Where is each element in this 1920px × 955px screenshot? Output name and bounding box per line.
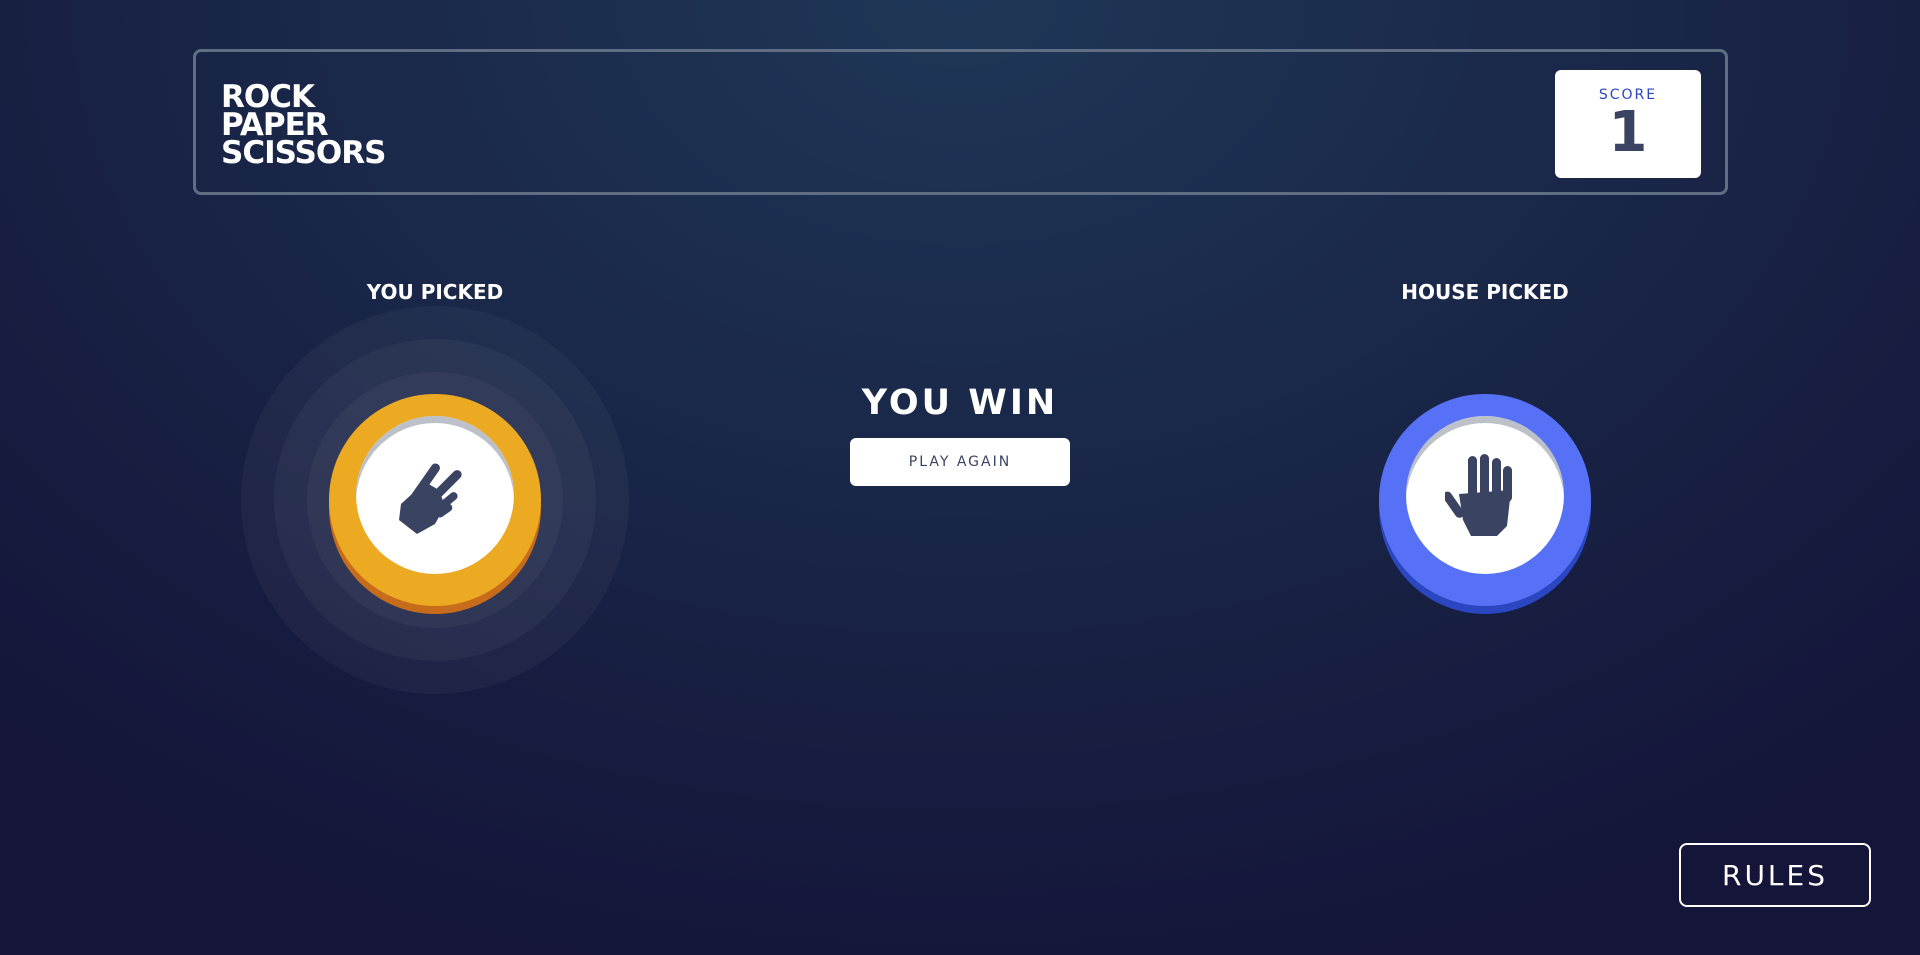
score-value: 1: [1608, 100, 1648, 165]
scissors-hand-icon: [399, 463, 462, 534]
house-choice-token: [1379, 394, 1591, 606]
play-again-button[interactable]: PLAY AGAIN: [850, 438, 1070, 486]
game-header: ROCK PAPER SCISSORS SCORE 1: [193, 49, 1728, 195]
score-box: SCORE 1: [1555, 70, 1701, 178]
player-choice-token: [329, 394, 541, 606]
game-title: ROCK PAPER SCISSORS: [221, 82, 386, 171]
player-pick-label: YOU PICKED: [366, 280, 504, 304]
rules-button[interactable]: RULES: [1679, 843, 1871, 907]
player-choice-inner: [356, 416, 514, 574]
result-text: YOU WIN: [861, 383, 1059, 423]
house-pick-label: HOUSE PICKED: [1401, 280, 1569, 304]
title-line-scissors: SCISSORS: [221, 135, 386, 171]
paper-hand-icon: [1445, 454, 1512, 536]
house-choice-inner: [1406, 416, 1564, 574]
